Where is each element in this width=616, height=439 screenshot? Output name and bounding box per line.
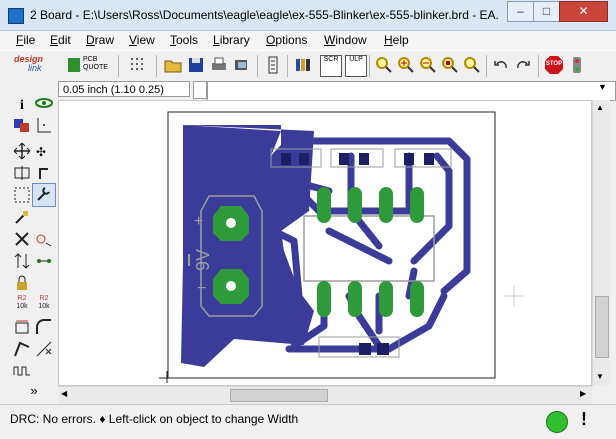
go-icon[interactable] <box>567 55 587 75</box>
pcb-quote-button[interactable]: PCB QUOTE <box>68 55 110 75</box>
scroll-up-icon[interactable]: ▲ <box>596 103 604 112</box>
eagle-app-icon <box>8 8 24 24</box>
swap-icon[interactable] <box>12 251 32 271</box>
more-tools-icon[interactable]: » <box>24 383 44 403</box>
menu-tools[interactable]: Tools <box>170 33 198 47</box>
ulp-icon[interactable]: ULP <box>345 55 367 77</box>
battery-label: 9V <box>193 249 213 271</box>
cam-icon[interactable] <box>232 55 252 75</box>
mark-icon[interactable] <box>34 115 54 135</box>
svg-text:i: i <box>20 98 24 113</box>
title-bar: 2 Board - E:\Users\Ross\Documents\eagle\… <box>0 0 616 31</box>
redo-icon[interactable] <box>513 55 533 75</box>
coordinate-display: 0.05 inch (1.10 0.25) <box>58 81 190 97</box>
close-button[interactable]: ✕ <box>559 1 608 22</box>
change-tool-button[interactable] <box>32 183 56 207</box>
lock-icon[interactable] <box>12 273 32 293</box>
menu-bar: File Edit Draw View Tools Library Option… <box>0 31 616 50</box>
print-icon[interactable] <box>209 55 229 75</box>
zoom-select-icon[interactable] <box>440 55 460 75</box>
replace-icon[interactable] <box>34 251 54 271</box>
cursor-crosshair <box>504 286 524 306</box>
left-toolbar: i ✣ R2 10k R2 10k » <box>0 80 58 404</box>
zoom-in-icon[interactable] <box>396 55 416 75</box>
optimize-icon[interactable] <box>34 339 54 359</box>
undo-icon[interactable] <box>491 55 511 75</box>
vertical-scrollbar[interactable]: ▲ ▼ <box>592 100 610 386</box>
open-icon[interactable] <box>163 55 183 75</box>
zoom-out-icon[interactable] <box>418 55 438 75</box>
menu-window[interactable]: Window <box>324 33 367 47</box>
status-message: DRC: No errors. ♦ Left-click on object t… <box>10 412 299 426</box>
menu-options[interactable]: Options <box>266 33 307 47</box>
library-icon[interactable] <box>293 55 313 75</box>
show-eye-icon[interactable] <box>34 93 54 113</box>
menu-file[interactable]: File <box>16 33 35 47</box>
menu-library[interactable]: Library <box>213 33 250 47</box>
window-title: 2 Board - E:\Users\Ross\Documents\eagle\… <box>30 8 500 22</box>
status-light-icon <box>546 411 568 433</box>
redraw-icon[interactable] <box>462 55 482 75</box>
designlink-button[interactable]: design link <box>14 55 60 75</box>
smash-icon[interactable] <box>12 317 32 337</box>
scroll-left-icon[interactable]: ◀ <box>61 389 67 398</box>
paste-icon[interactable] <box>12 207 32 227</box>
display-layers-icon[interactable] <box>12 115 32 135</box>
info-icon[interactable]: i <box>12 93 32 113</box>
value-tool-button[interactable]: R2 10k <box>34 295 54 315</box>
command-row: 0.05 inch (1.10 0.25) ▼ <box>0 80 616 101</box>
menu-draw[interactable]: Draw <box>86 33 114 47</box>
delete-icon[interactable] <box>12 229 32 249</box>
menu-help[interactable]: Help <box>384 33 409 47</box>
pcb-drawing: 9V + − <box>159 111 524 383</box>
menu-edit[interactable]: Edit <box>50 33 71 47</box>
battery-plus-label: + <box>194 213 203 230</box>
horizontal-scrollbar[interactable]: ◀ ▶ <box>58 386 592 404</box>
group-icon[interactable] <box>12 185 32 205</box>
svg-text:✣: ✣ <box>36 145 46 159</box>
horizontal-scroll-thumb[interactable] <box>230 389 328 402</box>
maximize-button[interactable]: □ <box>533 1 560 22</box>
grid-icon[interactable] <box>128 55 148 75</box>
mirror-icon[interactable] <box>12 163 32 183</box>
rotate-icon[interactable] <box>34 163 54 183</box>
scroll-down-icon[interactable]: ▼ <box>596 372 604 381</box>
minimize-button[interactable]: – <box>507 1 534 22</box>
status-bar: DRC: No errors. ♦ Left-click on object t… <box>0 404 616 439</box>
menu-view[interactable]: View <box>129 33 155 47</box>
miter-icon[interactable] <box>34 317 54 337</box>
scroll-right-icon[interactable]: ▶ <box>580 389 586 398</box>
command-input[interactable] <box>207 81 616 101</box>
meander-icon[interactable] <box>12 361 32 381</box>
command-history-dropdown-icon[interactable]: ▼ <box>598 82 607 92</box>
zoom-fit-icon[interactable] <box>374 55 394 75</box>
stop-command-button[interactable]: ! <box>572 409 596 433</box>
add-icon[interactable] <box>34 229 54 249</box>
stop-icon[interactable]: STOP <box>544 55 564 75</box>
board-canvas[interactable]: 9V + − <box>58 100 592 386</box>
script-icon[interactable]: SCR <box>320 55 342 77</box>
vertical-scroll-thumb[interactable] <box>595 296 609 358</box>
move-icon[interactable] <box>12 141 32 161</box>
origin-mark <box>159 371 175 383</box>
split-icon[interactable] <box>12 339 32 359</box>
coord-separator <box>193 81 207 99</box>
name-tool-button[interactable]: R2 10k <box>12 295 32 315</box>
save-icon[interactable] <box>186 55 206 75</box>
switch-to-schematic-icon[interactable] <box>263 55 283 75</box>
battery-minus-label: − <box>197 280 206 297</box>
wrench-icon <box>37 187 50 201</box>
copy-icon[interactable]: ✣ <box>34 141 54 161</box>
main-toolbar: design link PCB QUOTE SCR ULP STOP <box>0 50 616 81</box>
